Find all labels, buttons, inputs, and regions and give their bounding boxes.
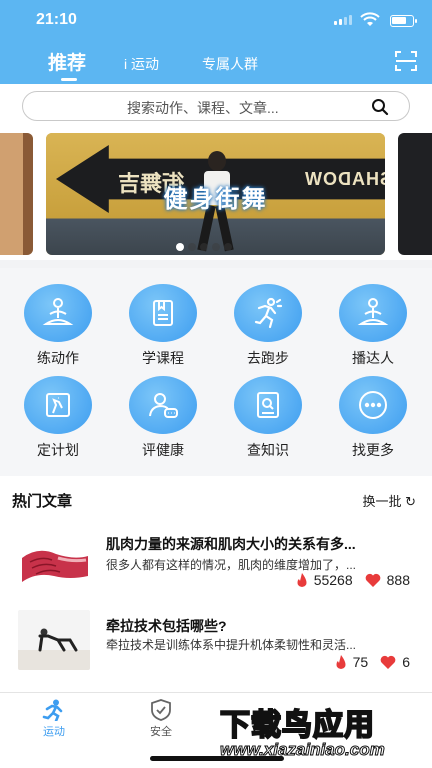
feature-label: 播达人 <box>352 350 394 366</box>
nav-label: 运动 <box>43 726 65 738</box>
carousel-dot[interactable] <box>200 243 208 251</box>
nav-label: 安全 <box>150 726 172 738</box>
nav-item-sports[interactable]: 运动 <box>24 699 84 739</box>
course-book-icon <box>129 284 197 342</box>
banner-carousel[interactable]: 街舞吉 SHADOW 健身街舞 <box>46 133 385 255</box>
feature-run[interactable]: 去跑步 <box>218 284 318 368</box>
battery-icon <box>390 15 417 27</box>
plan-icon <box>24 376 92 434</box>
article-title: 牵拉技术包括哪些? <box>106 618 227 634</box>
search-input[interactable]: 搜索动作、课程、文章... <box>22 91 410 121</box>
heart-icon[interactable] <box>365 573 381 587</box>
tab-sports-label: 运动 <box>131 56 159 72</box>
refresh-button[interactable]: 换一批 ↻ <box>362 491 416 510</box>
carousel-dot[interactable] <box>224 243 232 251</box>
wifi-icon <box>360 12 380 26</box>
feature-label: 练动作 <box>37 350 79 366</box>
article-thumbnail <box>18 536 90 596</box>
article-stats: 55268 888 <box>296 572 410 588</box>
running-icon <box>234 284 302 342</box>
feature-label: 评健康 <box>142 442 184 458</box>
meditation-icon <box>24 284 92 342</box>
banner-next-card[interactable] <box>398 133 432 255</box>
running-icon <box>42 699 63 721</box>
home-indicator <box>150 756 284 761</box>
feature-label: 找更多 <box>352 442 394 458</box>
feature-label: 去跑步 <box>247 350 289 366</box>
search-icon[interactable] <box>371 98 389 116</box>
more-icon <box>339 376 407 434</box>
top-tabs: 推荐 i 运动 专属人群 <box>0 44 432 84</box>
feature-expert[interactable]: 播达人 <box>323 284 423 368</box>
carousel-dot[interactable] <box>188 243 196 251</box>
feature-health[interactable]: 评健康 <box>113 376 213 460</box>
feature-knowledge[interactable]: 查知识 <box>218 376 318 460</box>
tab-special-groups[interactable]: 专属人群 <box>202 54 258 74</box>
carousel-dot[interactable] <box>176 243 184 251</box>
feature-more[interactable]: 找更多 <box>323 376 423 460</box>
active-tab-indicator <box>61 78 77 81</box>
watermark-line1: 下载鸟应用 <box>219 708 375 743</box>
feature-label: 查知识 <box>247 442 289 458</box>
article-stats: 75 6 <box>335 654 410 670</box>
status-bar: 21:10 <box>0 0 432 40</box>
knowledge-book-icon <box>234 376 302 434</box>
banner-caption: 健身街舞 <box>163 186 268 213</box>
feature-practice[interactable]: 练动作 <box>8 284 108 368</box>
tab-recommend[interactable]: 推荐 <box>48 48 86 75</box>
signal-icon <box>334 15 352 25</box>
status-time: 21:10 <box>36 11 77 28</box>
article-likes: 888 <box>386 572 410 588</box>
health-chat-icon <box>129 376 197 434</box>
hot-articles-section: 热门文章 换一批 ↻ 肌肉力量的来源和肌肉大小的关系有多... 很多人都有这样的… <box>0 476 432 692</box>
heart-icon[interactable] <box>380 655 396 669</box>
refresh-icon: ↻ <box>405 494 416 509</box>
shield-icon <box>151 699 171 721</box>
article-title: 肌肉力量的来源和肌肉大小的关系有多... <box>106 536 356 552</box>
feature-course[interactable]: 学课程 <box>113 284 213 368</box>
carousel-dot[interactable] <box>212 243 220 251</box>
search-placeholder: 搜索动作、课程、文章... <box>127 100 279 116</box>
refresh-label: 换一批 <box>362 494 402 509</box>
article-views: 75 <box>352 654 369 670</box>
scan-icon[interactable] <box>394 50 418 72</box>
article-views: 55268 <box>313 572 353 588</box>
feature-grid: 练动作 学课程 去跑步 播达人 定计划 评健康 查知识 找更多 <box>0 268 432 476</box>
article-summary: 牵拉技术是训练体系中提升机体柔韧性和灵活... <box>106 638 357 652</box>
fire-icon <box>297 573 307 587</box>
tab-sports[interactable]: i 运动 <box>124 54 159 74</box>
feature-plan[interactable]: 定计划 <box>8 376 108 460</box>
article-likes: 6 <box>402 654 410 670</box>
article-summary: 很多人都有这样的情况，肌肉的维度增加了，... <box>106 558 357 572</box>
feature-label: 定计划 <box>37 442 79 458</box>
nav-item-safety[interactable]: 安全 <box>131 699 191 739</box>
fire-icon <box>336 655 346 669</box>
carousel-dots <box>176 243 232 251</box>
meditation-icon <box>339 284 407 342</box>
article-thumbnail <box>18 610 90 670</box>
section-title: 热门文章 <box>12 493 73 510</box>
feature-label: 学课程 <box>142 350 184 366</box>
banner-prev-card[interactable] <box>0 133 33 255</box>
